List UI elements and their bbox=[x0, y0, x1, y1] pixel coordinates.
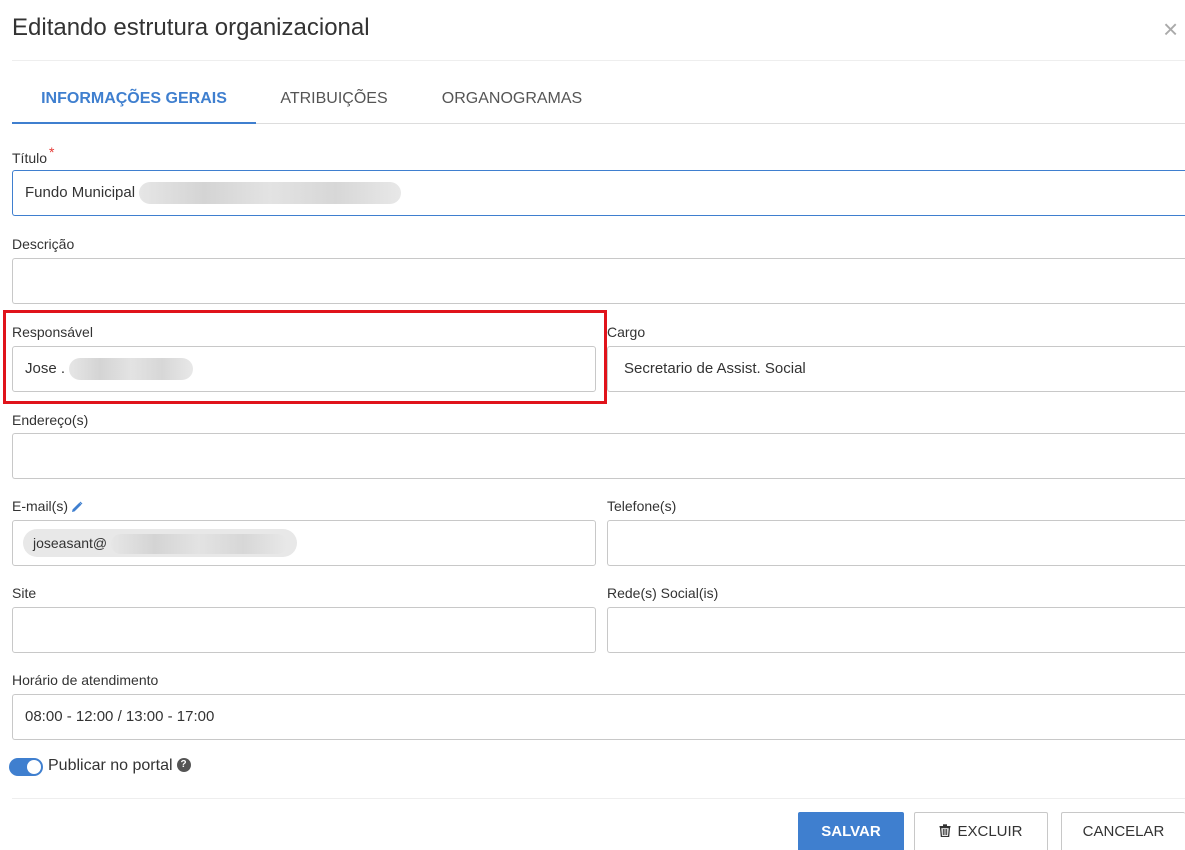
telefone-label: Telefone(s) bbox=[607, 498, 677, 514]
email-input[interactable]: joseasant@ bbox=[12, 520, 596, 566]
telefone-input[interactable] bbox=[607, 520, 1185, 566]
titulo-input[interactable]: Fundo Municipal bbox=[12, 170, 1185, 216]
endereco-input[interactable] bbox=[12, 433, 1185, 479]
email-label-text: E-mail(s) bbox=[12, 498, 68, 514]
pencil-icon[interactable] bbox=[71, 501, 83, 513]
modal-title: Editando estrutura organizacional bbox=[12, 14, 370, 41]
publicar-label-text: Publicar no portal bbox=[48, 757, 173, 774]
edit-org-structure-modal: Editando estrutura organizacional × INFO… bbox=[0, 0, 1185, 850]
site-input[interactable] bbox=[12, 607, 596, 653]
email-label: E-mail(s) bbox=[12, 498, 83, 514]
question-circle-icon[interactable]: ? bbox=[176, 757, 191, 772]
responsavel-input[interactable]: Jose . bbox=[12, 346, 596, 392]
trash-icon bbox=[939, 823, 951, 837]
tab-atribuicoes[interactable]: ATRIBUIÇÕES bbox=[274, 76, 394, 124]
redacted-text bbox=[111, 534, 288, 555]
close-icon[interactable]: × bbox=[1163, 14, 1185, 44]
cargo-label: Cargo bbox=[607, 324, 646, 340]
rede-social-input[interactable] bbox=[607, 607, 1185, 653]
horario-value: 08:00 - 12:00 / 13:00 - 17:00 bbox=[25, 708, 215, 725]
titulo-label: Título * bbox=[12, 144, 54, 166]
header-divider bbox=[12, 60, 1185, 61]
descricao-input[interactable] bbox=[12, 258, 1185, 304]
email-chip[interactable]: joseasant@ bbox=[23, 529, 298, 558]
cargo-input[interactable]: Secretario de Assist. Social bbox=[607, 346, 1185, 392]
horario-input[interactable]: 08:00 - 12:00 / 13:00 - 17:00 bbox=[12, 694, 1185, 740]
delete-button[interactable]: EXCLUIR bbox=[914, 812, 1048, 850]
rede-social-label: Rede(s) Social(is) bbox=[607, 585, 719, 601]
required-mark: * bbox=[49, 144, 55, 160]
horario-label: Horário de atendimento bbox=[12, 672, 159, 688]
redacted-text bbox=[69, 358, 194, 381]
footer-divider bbox=[12, 798, 1185, 799]
responsavel-label: Responsável bbox=[12, 324, 93, 340]
delete-button-label: EXCLUIR bbox=[957, 823, 1023, 840]
save-button[interactable]: SALVAR bbox=[798, 812, 904, 850]
cancel-button[interactable]: CANCELAR bbox=[1061, 812, 1185, 850]
titulo-label-text: Título bbox=[12, 150, 48, 166]
publicar-toggle[interactable] bbox=[9, 758, 43, 776]
redacted-text bbox=[139, 182, 402, 205]
endereco-label: Endereço(s) bbox=[12, 412, 89, 428]
tab-organogramas[interactable]: ORGANOGRAMAS bbox=[432, 76, 592, 124]
tab-bar: INFORMAÇÕES GERAIS ATRIBUIÇÕES ORGANOGRA… bbox=[12, 76, 1185, 124]
cargo-value: Secretario de Assist. Social bbox=[624, 360, 806, 377]
responsavel-value: Jose . bbox=[25, 360, 66, 377]
publicar-label: Publicar no portal? bbox=[48, 757, 191, 775]
titulo-value: Fundo Municipal bbox=[25, 184, 136, 201]
email-chip-value: joseasant@ bbox=[33, 535, 108, 552]
descricao-label: Descrição bbox=[12, 236, 75, 252]
tab-informacoes-gerais[interactable]: INFORMAÇÕES GERAIS bbox=[12, 76, 256, 124]
toggle-knob bbox=[27, 760, 41, 774]
site-label: Site bbox=[12, 585, 37, 601]
